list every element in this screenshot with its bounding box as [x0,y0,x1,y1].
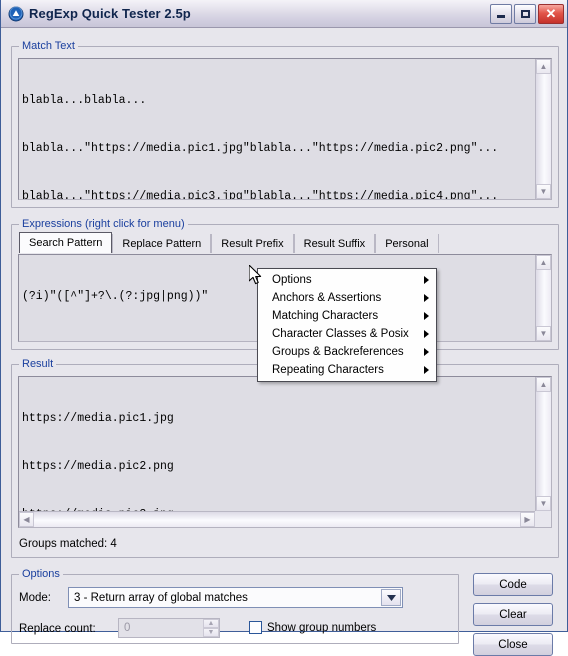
context-menu-item-groups-backreferences[interactable]: Groups & Backreferences [258,343,436,361]
scroll-down-icon[interactable]: ▼ [536,184,551,199]
search-pattern-content: (?i)"([^"]+?\.(?:jpg|png))" [22,257,208,337]
clear-button-label: Clear [499,608,527,621]
tab-search-pattern[interactable]: Search Pattern [19,232,113,253]
match-text-vertical-scrollbar[interactable]: ▲ ▼ [535,59,551,199]
window-controls: ✕ [490,3,564,24]
groups-matched-status: Groups matched: 4 [19,538,117,550]
show-group-numbers-checkbox[interactable]: Show group numbers [249,621,376,634]
scroll-up-icon[interactable]: ▲ [536,59,551,74]
submenu-arrow-icon [424,366,429,374]
expressions-legend: Expressions (right click for menu) [19,218,188,230]
scroll-track[interactable] [536,270,551,326]
match-text-group: Match Text blabla...blabla... blabla..."… [11,40,559,208]
scroll-corner [535,511,551,527]
context-menu-item-anchors-assertions[interactable]: Anchors & Assertions [258,289,436,307]
replace-count-stepper[interactable]: 0 ▲ ▼ [118,618,220,638]
match-text-line: blabla..."https://media.pic3.jpg"blabla.… [22,190,499,200]
context-menu-item-label: Repeating Characters [272,364,384,376]
expressions-tabstrip: Search Pattern Replace Pattern Result Pr… [19,232,439,253]
scroll-down-icon[interactable]: ▼ [536,496,551,511]
code-button-label: Code [499,578,527,591]
replace-count-value: 0 [124,622,131,634]
submenu-arrow-icon [424,294,429,302]
title-bar[interactable]: RegExp Quick Tester 2.5p ✕ [1,0,567,28]
minimize-icon [491,5,511,23]
scroll-right-icon[interactable]: ▶ [520,512,535,527]
scroll-track[interactable] [536,392,551,496]
pattern-vertical-scrollbar[interactable]: ▲ ▼ [535,255,551,341]
match-text-legend: Match Text [19,40,78,52]
mode-label: Mode: [19,592,51,604]
app-logo-icon [8,6,24,22]
expressions-context-menu[interactable]: Options Anchors & Assertions Matching Ch… [257,268,437,382]
app-window: RegExp Quick Tester 2.5p ✕ Match Text bl… [0,0,568,656]
checkbox-box-icon[interactable] [249,621,262,634]
match-text-line: blabla...blabla... [22,94,147,107]
tab-label: Replace Pattern [122,237,202,250]
minimize-button[interactable] [490,3,512,24]
context-menu-item-repeating-characters[interactable]: Repeating Characters [258,361,436,379]
window-title: RegExp Quick Tester 2.5p [29,6,191,21]
tab-label: Search Pattern [29,237,103,249]
close-button[interactable]: Close [473,633,553,656]
submenu-arrow-icon [424,330,429,338]
chevron-down-icon[interactable] [381,589,401,606]
client-area: Match Text blabla...blabla... blabla..."… [1,28,567,656]
close-icon: ✕ [545,6,557,21]
result-legend: Result [19,358,57,370]
context-menu-item-matching-characters[interactable]: Matching Characters [258,307,436,325]
submenu-arrow-icon [424,348,429,356]
match-text-content: blabla...blabla... blabla..."https://med… [22,61,499,200]
options-group: Options Mode: 3 - Return array of global… [11,568,459,644]
scroll-up-icon[interactable]: ▲ [536,255,551,270]
context-menu-item-label: Matching Characters [272,310,379,322]
context-menu-item-label: Anchors & Assertions [272,292,382,304]
scroll-down-icon[interactable]: ▼ [536,326,551,341]
scroll-track[interactable] [34,512,520,527]
maximize-icon [515,5,535,23]
tab-label: Personal [385,237,429,250]
result-line: https://media.pic2.png [22,460,174,473]
tab-result-prefix[interactable]: Result Prefix [211,234,294,253]
context-menu-item-options[interactable]: Options [258,271,436,289]
replace-count-label: Replace count: [19,623,96,635]
spinner-buttons[interactable]: ▲ ▼ [203,619,219,637]
context-menu-item-character-classes-posix[interactable]: Character Classes & Posix [258,325,436,343]
match-text-input[interactable]: blabla...blabla... blabla..."https://med… [18,58,552,200]
tab-label: Result Prefix [221,237,284,250]
spinner-down-icon[interactable]: ▼ [203,628,219,637]
code-button[interactable]: Code [473,573,553,596]
mode-select[interactable]: 3 - Return array of global matches [68,587,403,608]
result-output[interactable]: https://media.pic1.jpg https://media.pic… [18,376,552,528]
close-button-label: Close [498,638,528,651]
result-horizontal-scrollbar[interactable]: ◀ ▶ [19,511,535,527]
spinner-up-icon[interactable]: ▲ [203,619,219,628]
close-window-button[interactable]: ✕ [538,3,564,24]
result-vertical-scrollbar[interactable]: ▲ ▼ [535,377,551,511]
context-menu-item-label: Character Classes & Posix [272,328,409,340]
scroll-track[interactable] [536,74,551,184]
result-line: https://media.pic1.jpg [22,412,174,425]
context-menu-item-label: Options [272,274,312,286]
clear-button[interactable]: Clear [473,603,553,626]
maximize-button[interactable] [514,3,536,24]
context-menu-item-label: Groups & Backreferences [272,346,404,358]
scroll-up-icon[interactable]: ▲ [536,377,551,392]
mode-selected-value: 3 - Return array of global matches [74,591,248,604]
submenu-arrow-icon [424,276,429,284]
tab-result-suffix[interactable]: Result Suffix [293,234,376,253]
scroll-left-icon[interactable]: ◀ [19,512,34,527]
submenu-arrow-icon [424,312,429,320]
pattern-line: (?i)"([^"]+?\.(?:jpg|png))" [22,290,209,303]
match-text-line: blabla..."https://media.pic1.jpg"blabla.… [22,142,499,155]
result-group: Result https://media.pic1.jpg https://me… [11,358,559,558]
options-legend: Options [19,568,63,580]
tab-label: Result Suffix [303,237,366,250]
result-content: https://media.pic1.jpg https://media.pic… [22,379,174,527]
tab-replace-pattern[interactable]: Replace Pattern [112,234,212,253]
tab-personal[interactable]: Personal [375,234,439,253]
